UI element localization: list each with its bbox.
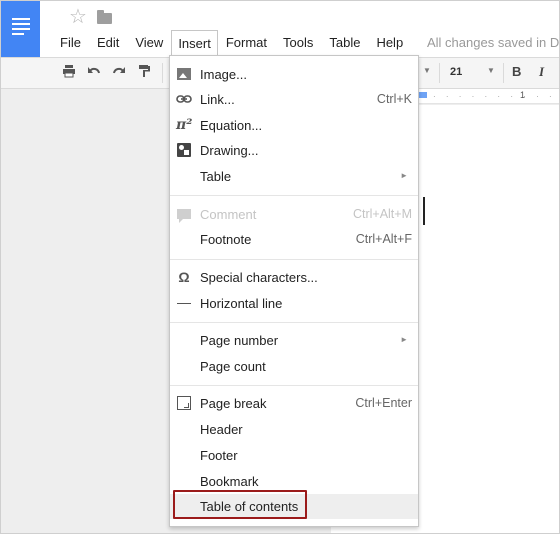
save-status[interactable]: All changes saved in D [427,35,559,50]
menu-item-label: Bookmark [200,474,259,489]
menu-item-equation[interactable]: π² Equation... [170,113,418,138]
menu-item-shortcut: Ctrl+K [376,92,412,106]
menu-item-label: Footer [200,448,238,463]
menu-item-table[interactable]: Table ► [170,164,418,189]
highlight-box [173,490,307,519]
submenu-arrow-icon: ► [400,171,408,180]
menubar: File Edit View Insert Format Tools Table… [52,29,411,57]
menu-item-label: Special characters... [200,270,318,285]
menu-insert[interactable]: Insert [171,29,218,57]
menu-item-label: Drawing... [200,143,259,158]
menu-item-label: Horizontal line [200,296,283,311]
link-icon [176,91,192,107]
menu-edit[interactable]: Edit [89,30,127,56]
toolbar-separator [503,63,504,83]
menu-separator [170,195,418,196]
submenu-arrow-icon: ► [400,335,408,344]
menu-separator [170,259,418,260]
indent-marker[interactable] [419,92,427,98]
menu-item-image[interactable]: Image... [170,62,418,87]
equation-icon: π² [176,117,193,133]
omega-icon: Ω [178,269,190,285]
menu-item-label: Equation... [200,118,263,133]
menu-item-label: Table [200,169,232,184]
menu-format[interactable]: Format [218,30,275,56]
bold-button[interactable]: B [512,64,521,79]
print-icon[interactable] [60,64,78,82]
text-cursor [423,197,425,225]
menu-separator [170,322,418,323]
menu-item-drawing[interactable]: Drawing... [170,138,418,163]
insert-menu-dropdown: Image... Link... Ctrl+K π² Equation... D… [169,55,419,527]
menu-item-label: Header [200,422,243,437]
font-size-select[interactable]: 21 [450,66,462,78]
horizontal-line-icon [176,295,192,311]
menu-item-label: Comment [200,207,257,222]
menu-item-horizontal-line[interactable]: Horizontal line [170,291,418,316]
menu-item-footer[interactable]: Footer [170,443,418,468]
image-icon [176,66,192,82]
menu-table[interactable]: Table [321,30,368,56]
menu-separator [170,385,418,386]
ruler-number: 1 [520,90,526,100]
toolbar-separator [439,63,440,83]
toolbar-separator [162,63,163,83]
header: ☆ File Edit View Insert Format Tools Tab… [1,1,559,57]
menu-item-page-break[interactable]: Page break Ctrl+Enter [170,391,418,416]
menu-item-special-characters[interactable]: Ω Special characters... [170,265,418,290]
redo-icon[interactable] [110,64,128,82]
menu-item-shortcut: Ctrl+Alt+F [355,232,412,246]
folder-icon[interactable] [97,10,112,24]
paint-format-icon[interactable] [135,64,153,82]
page-break-icon [176,395,192,411]
menu-file[interactable]: File [52,30,89,56]
menu-item-header[interactable]: Header [170,417,418,442]
ruler-ticks: · · · · · · · · · · · · · · [433,92,559,101]
menu-item-footnote[interactable]: Footnote Ctrl+Alt+F [170,227,418,252]
menu-item-label: Image... [200,67,247,82]
menu-item-page-count[interactable]: Page count [170,354,418,379]
drawing-icon [176,142,192,158]
menu-item-label: Page count [200,359,266,374]
app-window: ☆ File Edit View Insert Format Tools Tab… [0,0,560,534]
menu-item-comment: Comment Ctrl+Alt+M [170,202,418,227]
menu-tools[interactable]: Tools [275,30,321,56]
menu-item-label: Link... [200,92,235,107]
menu-item-label: Footnote [200,232,252,247]
undo-icon[interactable] [85,64,103,82]
menu-item-shortcut: Ctrl+Enter [355,396,412,410]
menu-item-label: Page break [200,396,267,411]
menu-help[interactable]: Help [368,30,411,56]
italic-button[interactable]: I [539,64,544,80]
menu-item-label: Page number [200,333,279,348]
star-icon[interactable]: ☆ [69,7,87,27]
font-dropdown-caret-icon[interactable]: ▼ [423,66,431,75]
menu-item-link[interactable]: Link... Ctrl+K [170,87,418,112]
docs-logo-icon[interactable] [1,1,40,57]
menu-item-page-number[interactable]: Page number ► [170,328,418,353]
font-size-caret-icon[interactable]: ▼ [487,66,495,75]
menu-item-shortcut: Ctrl+Alt+M [352,207,412,221]
menu-view[interactable]: View [127,30,171,56]
comment-icon [176,206,192,223]
ruler[interactable]: · · · · · · · · · · · · · · 1 [417,89,559,104]
